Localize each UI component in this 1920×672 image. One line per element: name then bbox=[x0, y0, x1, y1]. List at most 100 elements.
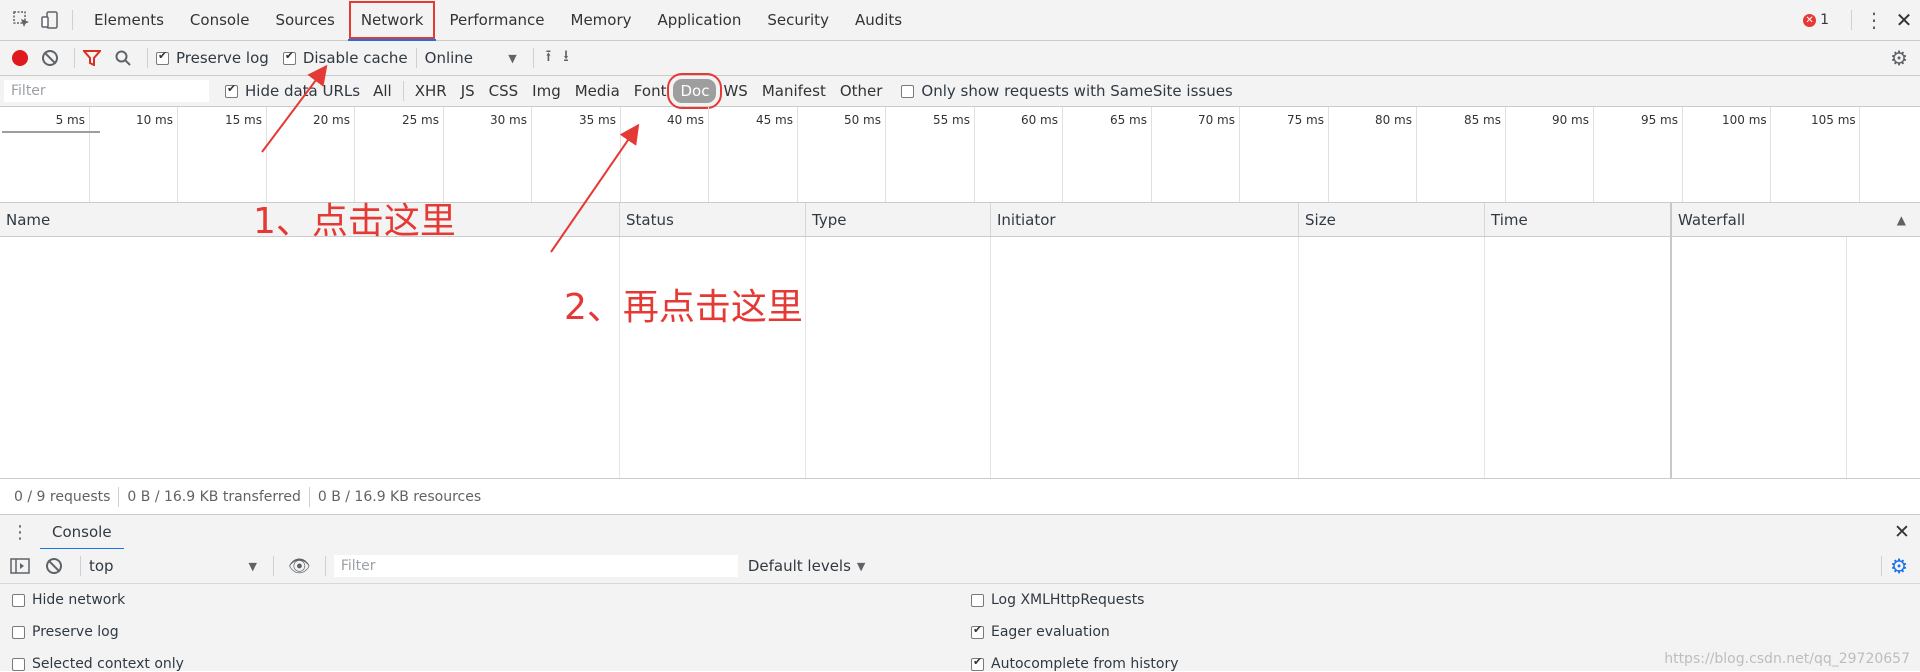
console-filter-input[interactable] bbox=[333, 555, 738, 577]
timeline-tick-label: 95 ms bbox=[1640, 113, 1678, 127]
network-filter-bar: Hide data URLs All XHR JS CSS Img Media … bbox=[0, 73, 1920, 109]
filter-type-css[interactable]: CSS bbox=[482, 79, 526, 103]
tab-label: Network bbox=[360, 11, 424, 29]
checkbox[interactable] bbox=[971, 623, 984, 639]
overview-selection-bar bbox=[2, 131, 100, 133]
column-divider bbox=[1298, 237, 1299, 478]
tab-label: Console bbox=[189, 11, 250, 29]
filter-type-all[interactable]: All bbox=[366, 79, 399, 103]
samesite-checkbox[interactable]: Only show requests with SameSite issues bbox=[901, 82, 1233, 100]
drawer-menu-icon[interactable]: ⋮ bbox=[0, 522, 40, 543]
column-status[interactable]: Status bbox=[619, 203, 805, 236]
setting-label: Autocomplete from history bbox=[991, 656, 1179, 672]
search-icon[interactable] bbox=[115, 50, 131, 66]
tab-label: Elements bbox=[94, 11, 164, 29]
filter-type-js[interactable]: JS bbox=[454, 79, 482, 103]
clear-icon[interactable] bbox=[42, 50, 58, 66]
column-type[interactable]: Type bbox=[805, 203, 990, 236]
timeline-tick-label: 10 ms bbox=[135, 113, 173, 127]
samesite-label: Only show requests with SameSite issues bbox=[921, 82, 1233, 100]
checkbox[interactable] bbox=[12, 657, 25, 671]
checkbox[interactable] bbox=[225, 82, 238, 98]
timeline-tick-label: 55 ms bbox=[932, 113, 970, 127]
show-sidebar-icon[interactable] bbox=[10, 558, 30, 574]
preserve-log-label: Preserve log bbox=[176, 49, 269, 67]
tab-console[interactable]: Console bbox=[177, 0, 263, 40]
column-label: Waterfall bbox=[1678, 210, 1746, 229]
filter-icon[interactable] bbox=[83, 50, 101, 66]
throttling-value: Online bbox=[424, 49, 474, 67]
clear-console-icon[interactable] bbox=[46, 558, 62, 574]
record-icon[interactable] bbox=[12, 50, 28, 66]
log-levels-select[interactable]: Default levels ▼ bbox=[748, 557, 866, 575]
close-drawer-icon[interactable]: ✕ bbox=[1884, 521, 1920, 543]
filter-type-img[interactable]: Img bbox=[525, 79, 568, 103]
log-xmlhttprequests-setting[interactable]: Log XMLHttpRequests bbox=[971, 592, 1144, 608]
inspect-element-icon[interactable] bbox=[8, 11, 36, 29]
checkbox[interactable] bbox=[282, 49, 296, 65]
filter-type-manifest[interactable]: Manifest bbox=[755, 79, 833, 103]
filter-input[interactable] bbox=[4, 80, 209, 102]
column-initiator[interactable]: Initiator bbox=[990, 203, 1298, 236]
drawer-tab-bar: ⋮ Console ✕ bbox=[0, 514, 1920, 550]
context-select[interactable]: top ▼ bbox=[89, 557, 257, 575]
disable-cache-label: Disable cache bbox=[302, 49, 408, 67]
disable-cache-checkbox[interactable]: Disable cache bbox=[282, 49, 408, 67]
import-har-icon[interactable]: ⭱ bbox=[546, 45, 552, 72]
checkbox[interactable] bbox=[971, 655, 984, 671]
filter-type-ws[interactable]: WS bbox=[716, 79, 754, 103]
timeline-tick-label: 20 ms bbox=[312, 113, 350, 127]
more-options-icon[interactable]: ⋮ bbox=[1860, 8, 1888, 32]
checkbox[interactable] bbox=[901, 84, 915, 98]
filter-type-xhr[interactable]: XHR bbox=[408, 79, 454, 103]
network-toolbar: Preserve log Disable cache Online ▼ ⭱ ⭳ … bbox=[0, 41, 1920, 76]
eager-evaluation-setting[interactable]: Eager evaluation bbox=[971, 623, 1110, 640]
tab-label: Sources bbox=[275, 11, 335, 29]
chevron-down-icon: ▼ bbox=[856, 559, 866, 573]
column-size[interactable]: Size bbox=[1298, 203, 1484, 236]
drawer-tab-console[interactable]: Console bbox=[40, 515, 124, 550]
hide-network-setting[interactable]: Hide network bbox=[12, 592, 125, 608]
column-label: Type bbox=[812, 210, 847, 229]
tab-security[interactable]: Security bbox=[754, 0, 842, 40]
timeline-tick-label: 40 ms bbox=[666, 113, 704, 127]
timeline-tick-label: 60 ms bbox=[1020, 113, 1058, 127]
network-settings-gear-icon[interactable]: ⚙ bbox=[1890, 46, 1908, 70]
tab-audits[interactable]: Audits bbox=[842, 0, 915, 40]
column-waterfall[interactable]: Waterfall ▲ bbox=[1670, 203, 1920, 236]
autocomplete-history-setting[interactable]: Autocomplete from history bbox=[971, 655, 1179, 672]
timeline-tick-label: 15 ms bbox=[224, 113, 262, 127]
filter-type-doc[interactable]: Doc bbox=[667, 73, 723, 109]
error-counter[interactable]: ✕ 1 bbox=[1803, 12, 1829, 28]
column-divider bbox=[1484, 237, 1485, 478]
filter-type-font[interactable]: Font bbox=[627, 79, 674, 103]
checkbox[interactable] bbox=[971, 593, 984, 607]
tab-sources[interactable]: Sources bbox=[262, 0, 347, 40]
network-overview-timeline[interactable]: 5 ms 10 ms 15 ms 20 ms 25 ms 30 ms 35 ms 40 ms 4… bbox=[0, 107, 1920, 203]
timeline-gridline bbox=[354, 107, 355, 202]
tab-application[interactable]: Application bbox=[645, 0, 755, 40]
column-label: Size bbox=[1305, 210, 1336, 229]
preserve-log-checkbox[interactable]: Preserve log bbox=[156, 49, 269, 67]
column-divider bbox=[1670, 237, 1672, 478]
column-time[interactable]: Time bbox=[1484, 203, 1670, 236]
panel-tabs: Elements Console Sources Network Perform… bbox=[81, 0, 915, 41]
preserve-log-setting[interactable]: Preserve log bbox=[12, 624, 119, 640]
console-settings-gear-icon[interactable]: ⚙ bbox=[1890, 554, 1908, 578]
throttling-select[interactable]: Online ▼ bbox=[425, 49, 517, 67]
checkbox[interactable] bbox=[12, 593, 25, 607]
selected-context-only-setting[interactable]: Selected context only bbox=[12, 656, 184, 672]
checkbox[interactable] bbox=[12, 625, 25, 639]
filter-type-media[interactable]: Media bbox=[568, 79, 627, 103]
checkbox[interactable] bbox=[156, 49, 169, 65]
filter-type-other[interactable]: Other bbox=[833, 79, 890, 103]
tab-performance[interactable]: Performance bbox=[436, 0, 557, 40]
export-har-icon[interactable]: ⭳ bbox=[563, 45, 569, 72]
device-toolbar-icon[interactable] bbox=[36, 11, 64, 29]
close-devtools-icon[interactable]: ✕ bbox=[1888, 8, 1920, 32]
tab-elements[interactable]: Elements bbox=[81, 0, 177, 40]
tab-memory[interactable]: Memory bbox=[558, 0, 645, 40]
tab-network[interactable]: Network bbox=[347, 0, 437, 41]
hide-data-urls-checkbox[interactable]: Hide data URLs bbox=[225, 82, 360, 100]
live-expression-eye-icon[interactable]: 👁 bbox=[288, 556, 311, 577]
